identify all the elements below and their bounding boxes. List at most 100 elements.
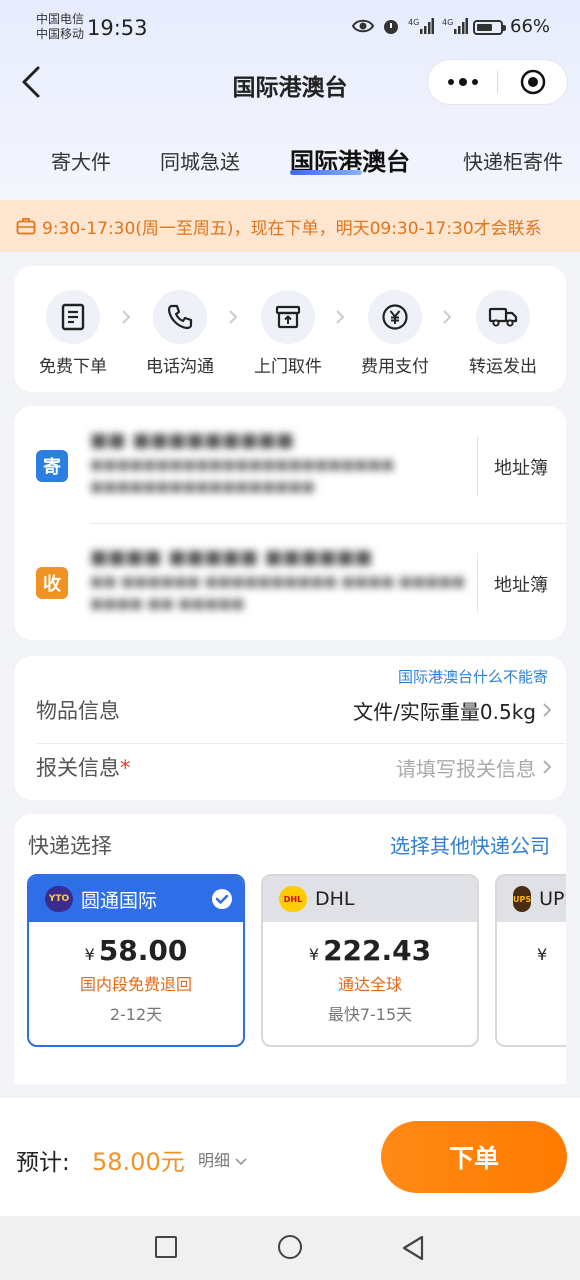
step-label: 电话沟通	[146, 357, 214, 377]
sender-address-row[interactable]: 寄 ■■ ■■■■■■■■■ ■■■■■■■■■■■■■■■■■■■■■■■ ■…	[14, 406, 566, 524]
courier-option-dhl[interactable]: DHL DHL ¥222.43 通达全球 最快7-15天	[261, 874, 479, 1047]
item-info-card: 国际港澳台什么不能寄 物品信息 文件/实际重量0.5kg 报关信息* 请填写报关…	[14, 656, 566, 800]
carrier-name-1: 中国电信	[36, 12, 85, 26]
briefcase-icon	[16, 218, 36, 235]
sender-badge: 寄	[36, 450, 68, 482]
divider	[477, 436, 478, 496]
redacted-name: ■■■■ ■■■■■ ■■■■■■	[90, 546, 373, 568]
home-button[interactable]	[278, 1235, 302, 1259]
notice-text: 9:30-17:30(周一至周五)，现在下单，明天09:30-17:30才会联系	[42, 218, 542, 239]
carrier-name-2: 中国移动	[36, 27, 85, 41]
step-icon-circle	[261, 290, 315, 344]
step-icon-circle	[476, 290, 530, 344]
divider	[36, 743, 566, 744]
more-icon	[447, 79, 454, 85]
signal-4g-icon: 4G	[442, 18, 468, 34]
courier-tag: 国内段免费退回	[79, 975, 192, 994]
receiver-address-book-button[interactable]: 地址簿	[494, 571, 548, 597]
customs-info-row[interactable]: 报关信息* 请填写报关信息	[36, 745, 552, 789]
prohibited-items-link[interactable]: 国际港澳台什么不能寄	[398, 666, 548, 687]
estimate-value: 58.00元	[92, 1148, 185, 1176]
customs-info-label: 报关信息*	[36, 752, 131, 782]
price-detail-label: 明细	[198, 1151, 231, 1170]
price-value: 58.00	[98, 934, 188, 967]
sender-address-blurred: ■■ ■■■■■■■■■ ■■■■■■■■■■■■■■■■■■■■■■■ ■■■…	[90, 426, 470, 498]
customs-label-text: 报关信息	[36, 756, 120, 780]
eye-icon	[352, 19, 374, 33]
step-icon-circle	[46, 290, 100, 344]
courier-option-yto[interactable]: YTO 圆通国际 ¥58.00 国内段免费退回 2-12天	[27, 874, 245, 1047]
process-steps-card: 免费下单 电话沟通 上门取件 费用支付 转运发出	[14, 266, 566, 392]
truck-icon	[488, 307, 518, 327]
goods-info-value: 文件/实际重量0.5kg	[353, 699, 536, 724]
goods-info-row[interactable]: 物品信息 文件/实际重量0.5kg	[36, 688, 552, 732]
choose-other-courier-link[interactable]: 选择其他快递公司	[390, 830, 550, 859]
redacted-address: ■■■■■■■■■■■■■■■■■	[90, 479, 315, 495]
receiver-address-row[interactable]: 收 ■■■■ ■■■■■ ■■■■■■ ■■ ■■■■■■ ■■■■■■■■■■…	[14, 523, 566, 640]
chevron-right-icon	[122, 310, 131, 324]
price-detail-button[interactable]: 明细	[198, 1147, 247, 1171]
battery-level	[477, 24, 492, 31]
divider	[477, 553, 478, 613]
courier-price: ¥222.43	[263, 934, 477, 967]
currency-symbol: ¥	[537, 945, 548, 964]
more-icon-right	[471, 79, 478, 85]
receiver-address-blurred: ■■■■ ■■■■■ ■■■■■■ ■■ ■■■■■■ ■■■■■■■■■■ ■…	[90, 543, 470, 615]
step-label: 费用支付	[361, 357, 429, 377]
price-value: 222.43	[323, 934, 432, 967]
step-payment: 费用支付	[349, 290, 441, 377]
tab-large-item[interactable]: 寄大件	[51, 146, 111, 175]
express-section-title: 快递选择	[28, 834, 112, 858]
status-time: 19:53	[87, 16, 148, 40]
courier-header: DHL DHL	[263, 876, 477, 922]
recent-apps-button[interactable]	[155, 1236, 177, 1258]
courier-name: 圆通国际	[81, 889, 158, 912]
courier-option-ups[interactable]: UPS UPS ¥	[495, 874, 566, 1047]
close-program-button[interactable]	[498, 69, 567, 95]
courier-price: ¥	[497, 934, 566, 967]
sender-address-book-button[interactable]: 地址簿	[494, 454, 548, 480]
yto-logo-icon: YTO	[45, 886, 73, 912]
currency-symbol: ¥	[308, 945, 320, 964]
address-card: 寄 ■■ ■■■■■■■■■ ■■■■■■■■■■■■■■■■■■■■■■■ ■…	[14, 406, 566, 640]
active-tab-indicator	[290, 170, 362, 175]
receiver-badge: 收	[36, 567, 68, 599]
chevron-right-icon	[543, 703, 552, 717]
step-label: 免费下单	[39, 357, 107, 377]
chevron-right-icon	[543, 760, 552, 774]
system-back-button[interactable]	[400, 1234, 426, 1262]
step-free-order: 免费下单	[27, 290, 119, 377]
courier-delivery-days: 最快7-15天	[327, 1005, 413, 1024]
step-transit: 转运发出	[457, 290, 549, 377]
mini-program-capsule	[427, 59, 568, 105]
courier-price: ¥58.00	[29, 934, 243, 967]
estimate-label: 预计:	[16, 1150, 70, 1176]
target-icon	[520, 69, 545, 95]
tab-same-city[interactable]: 同城急送	[160, 146, 240, 175]
svg-text:4G: 4G	[408, 18, 419, 27]
redacted-address: ■■ ■■■■■■ ■■■■■■■■■■ ■■■■ ■■■■■	[90, 574, 465, 590]
system-navigation-bar	[0, 1216, 580, 1280]
system-icons: 4G 4G	[352, 17, 468, 35]
more-button[interactable]	[428, 78, 497, 86]
step-label: 上门取件	[254, 357, 322, 377]
alarm-icon	[384, 20, 398, 34]
more-icon-center	[458, 78, 467, 86]
redacted-name: ■■ ■■■■■■■■■	[90, 429, 295, 451]
check-circle-icon	[212, 889, 232, 909]
document-icon	[61, 303, 85, 331]
step-label: 转运发出	[469, 357, 537, 377]
nav-bar: 国际港澳台	[0, 56, 580, 108]
courier-name: UPS	[539, 888, 566, 910]
chevron-down-icon	[235, 1158, 247, 1166]
step-pickup: 上门取件	[242, 290, 334, 377]
order-bar: 预计: 58.00元 明细 下单	[0, 1098, 580, 1216]
svg-text:4G: 4G	[442, 18, 453, 27]
tab-locker[interactable]: 快递柜寄件	[463, 146, 563, 175]
courier-header: YTO 圆通国际	[29, 876, 243, 922]
place-order-button[interactable]: 下单	[381, 1121, 567, 1193]
signal-4g-icon: 4G	[408, 18, 434, 34]
redacted-address: ■■■■■■■■■■■■■■■■■■■■■■■	[90, 457, 395, 473]
carrier-info: 中国电信 中国移动	[36, 12, 84, 42]
courier-header: UPS UPS	[497, 876, 566, 922]
